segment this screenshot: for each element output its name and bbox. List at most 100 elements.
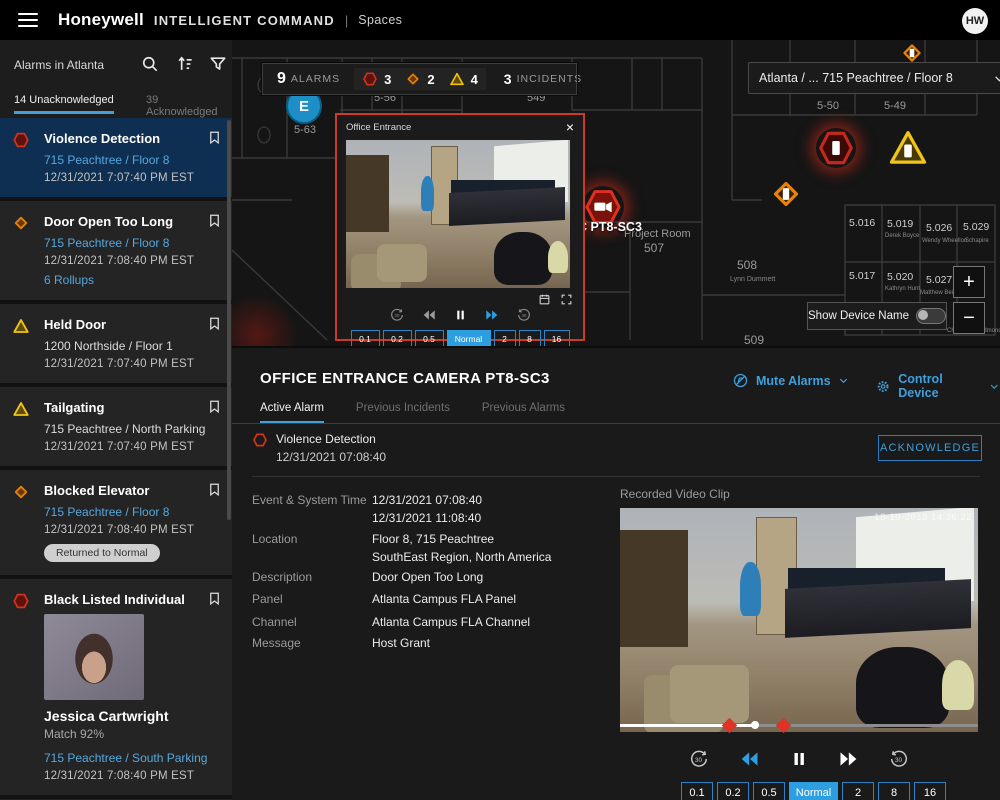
svg-text:30: 30: [394, 313, 400, 318]
alarm-location-link[interactable]: 715 Peachtree / Floor 8: [44, 236, 218, 250]
map-zoom-in-button[interactable]: +: [953, 266, 985, 298]
bookmark-icon[interactable]: [207, 398, 222, 415]
tab-acknowledged[interactable]: 39 Acknowledged: [146, 94, 232, 118]
speed-button[interactable]: 0.5: [753, 782, 785, 800]
alarm-item-held-door[interactable]: Held Door 1200 Northside / Floor 1 12/31…: [0, 304, 232, 383]
chevron-down-icon: [989, 381, 1000, 392]
critical-count: 3: [384, 72, 391, 87]
tab-unacknowledged[interactable]: 14 Unacknowledged: [14, 94, 114, 114]
svg-text:30: 30: [895, 757, 903, 764]
alarm-item-blocked-elevator[interactable]: Blocked Elevator 715 Peachtree / Floor 8…: [0, 470, 232, 575]
rewind-icon[interactable]: [422, 308, 437, 322]
alarm-location-link[interactable]: 715 Peachtree / Floor 8: [44, 153, 218, 167]
playhead[interactable]: [751, 721, 759, 729]
recorded-video-player[interactable]: 13-10-2013 14:36:22: [620, 508, 978, 732]
sort-icon[interactable]: [175, 54, 197, 76]
field-value: SouthEast Region, North America: [372, 550, 551, 564]
fullscreen-icon[interactable]: [560, 293, 573, 306]
speed-button[interactable]: 0.2: [717, 782, 749, 800]
speed-button[interactable]: 16: [544, 330, 570, 346]
acknowledge-button[interactable]: ACKNOWLEDGE: [878, 435, 982, 461]
location-selector[interactable]: Atlanta / ... 715 Peachtree / Floor 8: [748, 62, 1000, 94]
field-label: Event & System Time: [252, 493, 370, 507]
speed-button[interactable]: 0.1: [351, 330, 380, 346]
filter-icon[interactable]: [208, 54, 230, 76]
menu-icon[interactable]: [18, 13, 38, 27]
control-device-button[interactable]: Control Device: [875, 372, 1000, 400]
desk-occupant: Kathryn Hunt: [885, 286, 920, 292]
bookmark-icon[interactable]: [207, 212, 222, 229]
control-device-label: Control Device: [898, 372, 982, 400]
speed-button[interactable]: 2: [494, 330, 516, 346]
topbar-divider: |: [345, 13, 348, 28]
panel-title: OFFICE ENTRANCE CAMERA PT8-SC3: [260, 370, 550, 387]
skip-back-30-icon[interactable]: 30: [688, 748, 710, 770]
speed-button-active[interactable]: Normal: [789, 782, 838, 800]
bookmark-icon[interactable]: [207, 590, 222, 607]
search-icon[interactable]: [140, 54, 162, 76]
pause-icon[interactable]: [790, 749, 808, 769]
fast-forward-icon[interactable]: [484, 308, 499, 322]
major-diamond-icon: [12, 483, 30, 501]
alarm-item-door-open-too-long[interactable]: Door Open Too Long 715 Peachtree / Floor…: [0, 201, 232, 300]
field-value: Host Grant: [372, 636, 430, 650]
incident-count: 3: [504, 71, 512, 87]
critical-door-marker[interactable]: [816, 128, 856, 168]
field-value: Atlanta Campus FLA Channel: [372, 615, 530, 629]
alarm-item-violence-detection[interactable]: Violence Detection 715 Peachtree / Floor…: [0, 118, 232, 197]
speed-button[interactable]: 8: [878, 782, 910, 800]
alarm-location: 715 Peachtree / North Parking: [44, 422, 218, 436]
speed-button[interactable]: 16: [914, 782, 946, 800]
speed-button[interactable]: 0.2: [383, 330, 412, 346]
skip-forward-30-icon[interactable]: 30: [516, 307, 532, 323]
alarm-item-black-listed-individual[interactable]: Black Listed Individual Jessica Cartwrig…: [0, 579, 232, 795]
skip-back-30-icon[interactable]: 30: [389, 307, 405, 323]
rewind-icon[interactable]: [739, 749, 761, 769]
alarm-time: 12/31/2021 7:07:40 PM EST: [44, 172, 218, 184]
alarm-rollups-link[interactable]: 6 Rollups: [44, 273, 218, 287]
alarm-list: Violence Detection 715 Peachtree / Floor…: [0, 118, 232, 800]
speed-button[interactable]: 0.1: [681, 782, 713, 800]
bookmark-icon[interactable]: [207, 129, 222, 146]
fast-forward-icon[interactable]: [837, 749, 859, 769]
video-timestamp-overlay: 13-10-2013 14:36:22: [874, 512, 972, 523]
speed-button[interactable]: 8: [519, 330, 541, 346]
alarm-location-link[interactable]: 715 Peachtree / South Parking: [44, 751, 218, 765]
tab-previous-alarms[interactable]: Previous Alarms: [482, 402, 565, 424]
tab-active-alarm[interactable]: Active Alarm: [260, 402, 324, 424]
floor-plan-map[interactable]: E 5-63 5-56 549 5-50 5-49 Project Room 5…: [232, 40, 1000, 346]
alarm-title: Held Door: [44, 317, 218, 332]
speed-button[interactable]: 0.5: [415, 330, 444, 346]
minor-door-marker[interactable]: [888, 128, 928, 168]
desk-number: 5.020: [887, 271, 913, 283]
speed-button-active[interactable]: Normal: [447, 330, 491, 346]
calendar-icon[interactable]: [538, 293, 551, 306]
alarm-item-tailgating[interactable]: Tailgating 715 Peachtree / North Parking…: [0, 387, 232, 466]
bookmark-icon[interactable]: [207, 481, 222, 498]
skip-forward-30-icon[interactable]: 30: [888, 748, 910, 770]
device-name-toggle[interactable]: [916, 308, 946, 324]
camera-icon: [594, 202, 611, 212]
bookmark-icon[interactable]: [207, 315, 222, 332]
mute-alarms-button[interactable]: Mute Alarms: [732, 372, 849, 389]
close-icon[interactable]: ×: [566, 120, 574, 134]
user-avatar[interactable]: HW: [962, 8, 988, 34]
speed-button[interactable]: 2: [842, 782, 874, 800]
chevron-down-icon: [993, 72, 1000, 85]
desk-number: 5.029: [963, 221, 989, 233]
map-zoom-out-button[interactable]: −: [953, 302, 985, 334]
svg-text:30: 30: [521, 313, 527, 318]
chevron-down-icon: [838, 375, 849, 386]
alarm-time: 12/31/2021 7:08:40 PM EST: [44, 255, 218, 267]
critical-hexagon-icon: [12, 131, 30, 149]
field-label: Message: [252, 636, 370, 650]
desk-occupant: Schapire: [965, 238, 989, 244]
alarm-location-link[interactable]: 715 Peachtree / Floor 8: [44, 505, 218, 519]
alarm-title: Door Open Too Long: [44, 214, 218, 229]
major-door-marker[interactable]: [768, 176, 804, 212]
pause-icon[interactable]: [454, 308, 467, 322]
tab-previous-incidents[interactable]: Previous Incidents: [356, 402, 450, 424]
severity-counts: 3 2 4: [354, 68, 486, 90]
sidebar-scrollbar[interactable]: [227, 120, 231, 520]
section-divider: [252, 476, 980, 477]
